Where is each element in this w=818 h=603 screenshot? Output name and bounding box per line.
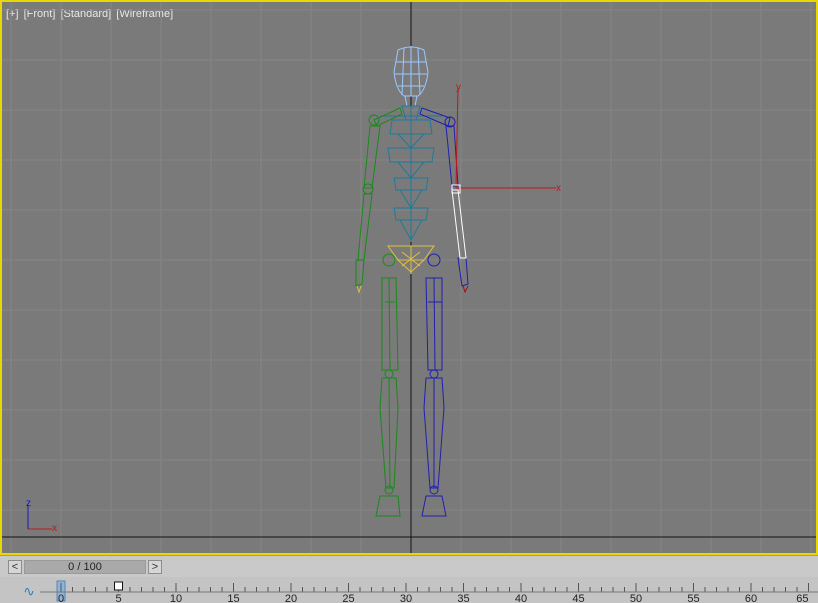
viewport-canvas[interactable]: y x x z (2, 2, 818, 555)
frame-label: 20 (285, 593, 297, 603)
gizmo-y-label: y (456, 82, 461, 93)
left-finger-tip (356, 285, 362, 294)
frame-label: 5 (115, 593, 121, 603)
biped-right-leg (421, 253, 447, 517)
trackbar-ruler[interactable]: 0 5 10 15 20 25 30 35 40 45 50 55 60 65 (0, 577, 818, 603)
previous-frame-button[interactable]: < (8, 560, 22, 574)
biped-left-leg (375, 253, 401, 517)
biped-spine (380, 105, 442, 242)
biped-character (355, 46, 469, 517)
track-bar[interactable]: ∿ 0 5 10 15 20 25 30 35 40 45 50 55 60 65 (0, 577, 818, 603)
next-frame-button[interactable]: > (148, 560, 162, 574)
viewport-grid (2, 2, 816, 553)
frame-label: 0 (58, 593, 64, 603)
front-viewport[interactable]: [+] [Front] [Standard] [Wireframe] y x x… (0, 0, 818, 555)
frame-label: 15 (227, 593, 239, 603)
axis-tripod: x z (26, 498, 57, 534)
frame-label: 10 (170, 593, 182, 603)
gizmo-x-label: x (556, 183, 561, 194)
transform-gizmo: y x (451, 82, 561, 194)
frame-label: 65 (796, 593, 808, 603)
frame-label: 35 (457, 593, 469, 603)
time-slider-thumb[interactable]: 0 / 100 (25, 561, 145, 573)
frame-label: 40 (515, 593, 527, 603)
frame-label: 60 (745, 593, 757, 603)
key-marker (114, 581, 123, 591)
time-slider-track[interactable]: 0 / 100 (24, 560, 146, 574)
tripod-z-label: z (26, 498, 31, 509)
frame-label: 45 (572, 593, 584, 603)
frame-label: 25 (342, 593, 354, 603)
frame-label: 50 (630, 593, 642, 603)
frame-label: 55 (687, 593, 699, 603)
selected-forearm (451, 189, 467, 259)
tripod-x-label: x (52, 523, 57, 534)
frame-label: 30 (400, 593, 412, 603)
time-slider[interactable]: < 0 / 100 > (0, 555, 818, 578)
right-finger-tip (462, 285, 469, 294)
